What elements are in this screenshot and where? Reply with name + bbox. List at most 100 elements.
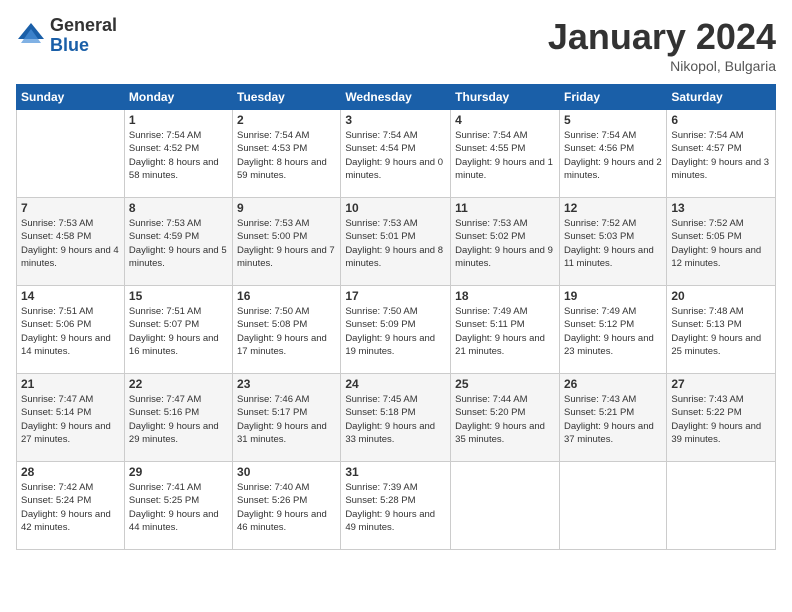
day-info: Sunrise: 7:54 AMSunset: 4:54 PMDaylight:… xyxy=(345,130,443,181)
day-info: Sunrise: 7:46 AMSunset: 5:17 PMDaylight:… xyxy=(237,394,327,445)
table-row xyxy=(451,462,560,550)
page: General Blue January 2024 Nikopol, Bulga… xyxy=(0,0,792,612)
day-number: 7 xyxy=(21,201,120,215)
table-row: 14 Sunrise: 7:51 AMSunset: 5:06 PMDaylig… xyxy=(17,286,125,374)
calendar-week-5: 28 Sunrise: 7:42 AMSunset: 5:24 PMDaylig… xyxy=(17,462,776,550)
header-sunday: Sunday xyxy=(17,85,125,110)
day-info: Sunrise: 7:53 AMSunset: 4:58 PMDaylight:… xyxy=(21,218,119,269)
table-row: 7 Sunrise: 7:53 AMSunset: 4:58 PMDayligh… xyxy=(17,198,125,286)
logo: General Blue xyxy=(16,16,117,56)
table-row: 20 Sunrise: 7:48 AMSunset: 5:13 PMDaylig… xyxy=(667,286,776,374)
logo-general-text: General xyxy=(50,16,117,36)
calendar-week-4: 21 Sunrise: 7:47 AMSunset: 5:14 PMDaylig… xyxy=(17,374,776,462)
table-row: 19 Sunrise: 7:49 AMSunset: 5:12 PMDaylig… xyxy=(559,286,666,374)
month-title: January 2024 xyxy=(548,16,776,58)
title-block: January 2024 Nikopol, Bulgaria xyxy=(548,16,776,74)
day-number: 9 xyxy=(237,201,336,215)
table-row: 23 Sunrise: 7:46 AMSunset: 5:17 PMDaylig… xyxy=(233,374,341,462)
day-number: 29 xyxy=(129,465,228,479)
table-row xyxy=(559,462,666,550)
table-row xyxy=(667,462,776,550)
table-row: 17 Sunrise: 7:50 AMSunset: 5:09 PMDaylig… xyxy=(341,286,451,374)
day-number: 20 xyxy=(671,289,771,303)
day-info: Sunrise: 7:48 AMSunset: 5:13 PMDaylight:… xyxy=(671,306,761,357)
calendar-week-2: 7 Sunrise: 7:53 AMSunset: 4:58 PMDayligh… xyxy=(17,198,776,286)
day-number: 30 xyxy=(237,465,336,479)
day-info: Sunrise: 7:51 AMSunset: 5:06 PMDaylight:… xyxy=(21,306,111,357)
day-info: Sunrise: 7:49 AMSunset: 5:12 PMDaylight:… xyxy=(564,306,654,357)
table-row: 10 Sunrise: 7:53 AMSunset: 5:01 PMDaylig… xyxy=(341,198,451,286)
table-row: 27 Sunrise: 7:43 AMSunset: 5:22 PMDaylig… xyxy=(667,374,776,462)
table-row: 31 Sunrise: 7:39 AMSunset: 5:28 PMDaylig… xyxy=(341,462,451,550)
location: Nikopol, Bulgaria xyxy=(548,58,776,74)
header: General Blue January 2024 Nikopol, Bulga… xyxy=(16,16,776,74)
day-number: 17 xyxy=(345,289,446,303)
day-info: Sunrise: 7:41 AMSunset: 5:25 PMDaylight:… xyxy=(129,482,219,533)
table-row: 9 Sunrise: 7:53 AMSunset: 5:00 PMDayligh… xyxy=(233,198,341,286)
day-number: 21 xyxy=(21,377,120,391)
table-row: 18 Sunrise: 7:49 AMSunset: 5:11 PMDaylig… xyxy=(451,286,560,374)
day-number: 18 xyxy=(455,289,555,303)
day-info: Sunrise: 7:47 AMSunset: 5:16 PMDaylight:… xyxy=(129,394,219,445)
day-number: 28 xyxy=(21,465,120,479)
day-info: Sunrise: 7:47 AMSunset: 5:14 PMDaylight:… xyxy=(21,394,111,445)
day-number: 8 xyxy=(129,201,228,215)
day-number: 12 xyxy=(564,201,662,215)
day-info: Sunrise: 7:43 AMSunset: 5:22 PMDaylight:… xyxy=(671,394,761,445)
day-number: 2 xyxy=(237,113,336,127)
header-wednesday: Wednesday xyxy=(341,85,451,110)
day-info: Sunrise: 7:53 AMSunset: 5:00 PMDaylight:… xyxy=(237,218,335,269)
day-number: 27 xyxy=(671,377,771,391)
table-row: 2 Sunrise: 7:54 AMSunset: 4:53 PMDayligh… xyxy=(233,110,341,198)
day-number: 24 xyxy=(345,377,446,391)
day-number: 13 xyxy=(671,201,771,215)
day-number: 4 xyxy=(455,113,555,127)
day-number: 3 xyxy=(345,113,446,127)
day-number: 15 xyxy=(129,289,228,303)
header-saturday: Saturday xyxy=(667,85,776,110)
header-monday: Monday xyxy=(124,85,232,110)
day-info: Sunrise: 7:53 AMSunset: 5:01 PMDaylight:… xyxy=(345,218,443,269)
day-number: 5 xyxy=(564,113,662,127)
day-number: 26 xyxy=(564,377,662,391)
day-info: Sunrise: 7:40 AMSunset: 5:26 PMDaylight:… xyxy=(237,482,327,533)
day-info: Sunrise: 7:43 AMSunset: 5:21 PMDaylight:… xyxy=(564,394,654,445)
table-row: 13 Sunrise: 7:52 AMSunset: 5:05 PMDaylig… xyxy=(667,198,776,286)
day-info: Sunrise: 7:54 AMSunset: 4:53 PMDaylight:… xyxy=(237,130,327,181)
table-row: 28 Sunrise: 7:42 AMSunset: 5:24 PMDaylig… xyxy=(17,462,125,550)
day-info: Sunrise: 7:51 AMSunset: 5:07 PMDaylight:… xyxy=(129,306,219,357)
day-info: Sunrise: 7:50 AMSunset: 5:08 PMDaylight:… xyxy=(237,306,327,357)
table-row: 3 Sunrise: 7:54 AMSunset: 4:54 PMDayligh… xyxy=(341,110,451,198)
table-row: 24 Sunrise: 7:45 AMSunset: 5:18 PMDaylig… xyxy=(341,374,451,462)
day-info: Sunrise: 7:52 AMSunset: 5:05 PMDaylight:… xyxy=(671,218,761,269)
table-row: 16 Sunrise: 7:50 AMSunset: 5:08 PMDaylig… xyxy=(233,286,341,374)
day-info: Sunrise: 7:54 AMSunset: 4:55 PMDaylight:… xyxy=(455,130,553,181)
table-row: 25 Sunrise: 7:44 AMSunset: 5:20 PMDaylig… xyxy=(451,374,560,462)
table-row: 1 Sunrise: 7:54 AMSunset: 4:52 PMDayligh… xyxy=(124,110,232,198)
day-info: Sunrise: 7:42 AMSunset: 5:24 PMDaylight:… xyxy=(21,482,111,533)
day-info: Sunrise: 7:49 AMSunset: 5:11 PMDaylight:… xyxy=(455,306,545,357)
table-row: 6 Sunrise: 7:54 AMSunset: 4:57 PMDayligh… xyxy=(667,110,776,198)
table-row: 15 Sunrise: 7:51 AMSunset: 5:07 PMDaylig… xyxy=(124,286,232,374)
day-number: 16 xyxy=(237,289,336,303)
day-number: 10 xyxy=(345,201,446,215)
day-info: Sunrise: 7:54 AMSunset: 4:52 PMDaylight:… xyxy=(129,130,219,181)
table-row: 30 Sunrise: 7:40 AMSunset: 5:26 PMDaylig… xyxy=(233,462,341,550)
logo-blue-text: Blue xyxy=(50,36,117,56)
logo-text: General Blue xyxy=(50,16,117,56)
day-number: 6 xyxy=(671,113,771,127)
day-info: Sunrise: 7:39 AMSunset: 5:28 PMDaylight:… xyxy=(345,482,435,533)
table-row: 29 Sunrise: 7:41 AMSunset: 5:25 PMDaylig… xyxy=(124,462,232,550)
day-info: Sunrise: 7:52 AMSunset: 5:03 PMDaylight:… xyxy=(564,218,654,269)
logo-icon xyxy=(16,21,46,51)
day-number: 31 xyxy=(345,465,446,479)
table-row: 11 Sunrise: 7:53 AMSunset: 5:02 PMDaylig… xyxy=(451,198,560,286)
day-number: 22 xyxy=(129,377,228,391)
calendar-header-row: Sunday Monday Tuesday Wednesday Thursday… xyxy=(17,85,776,110)
calendar-week-3: 14 Sunrise: 7:51 AMSunset: 5:06 PMDaylig… xyxy=(17,286,776,374)
table-row: 22 Sunrise: 7:47 AMSunset: 5:16 PMDaylig… xyxy=(124,374,232,462)
day-info: Sunrise: 7:44 AMSunset: 5:20 PMDaylight:… xyxy=(455,394,545,445)
table-row: 8 Sunrise: 7:53 AMSunset: 4:59 PMDayligh… xyxy=(124,198,232,286)
day-info: Sunrise: 7:50 AMSunset: 5:09 PMDaylight:… xyxy=(345,306,435,357)
day-number: 23 xyxy=(237,377,336,391)
